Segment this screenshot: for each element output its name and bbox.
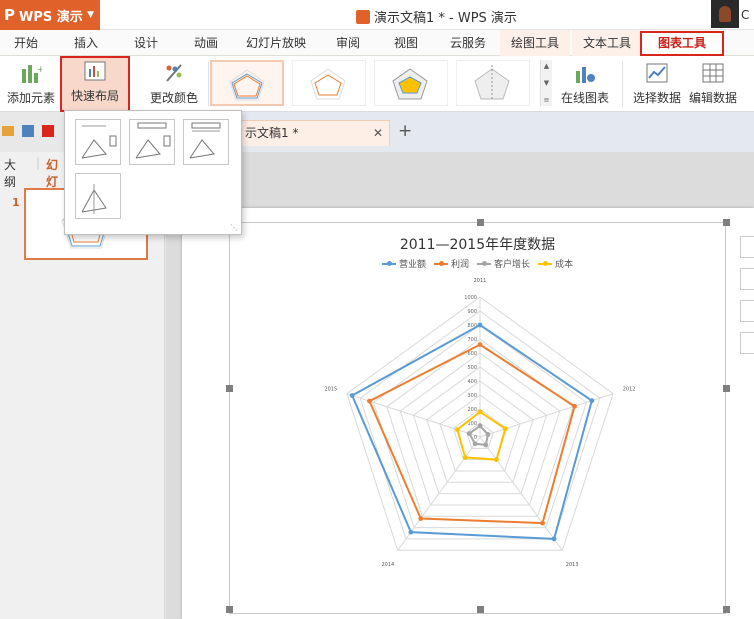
- tab-slideshow[interactable]: 幻灯片放映: [240, 30, 312, 56]
- ribbon-toolbar: + 添加元素 快速布局 更改颜色 ▲ ▼ ≡ 在线图表 选择数据 编辑数据: [0, 56, 754, 112]
- tab-home[interactable]: 开始: [6, 30, 46, 56]
- tab-text-tools[interactable]: 文本工具: [572, 30, 642, 56]
- edit-data-button[interactable]: 编辑数据: [686, 56, 740, 112]
- avatar[interactable]: [711, 0, 739, 28]
- chart-frame[interactable]: [229, 222, 726, 614]
- tab-insert[interactable]: 插入: [66, 30, 106, 56]
- layout-option-1[interactable]: [75, 119, 121, 165]
- divider: [208, 62, 209, 106]
- resize-handle-bottom-right[interactable]: [723, 606, 730, 613]
- resize-handle-bottom-left[interactable]: [226, 606, 233, 613]
- resize-handle-left[interactable]: [226, 385, 233, 392]
- tab-cloud[interactable]: 云服务: [442, 30, 494, 56]
- window-title: 演示文稿1 * - WPS 演示: [356, 7, 517, 26]
- online-chart-icon: [574, 63, 596, 83]
- tab-chart-tools[interactable]: 图表工具: [640, 31, 724, 56]
- slide-number: 1: [12, 196, 20, 209]
- doc-tab[interactable]: 示文稿1 * ✕: [240, 120, 390, 146]
- edit-data-icon: [702, 63, 724, 83]
- add-element-button[interactable]: + 添加元素: [2, 56, 60, 112]
- divider: [622, 62, 623, 106]
- color-palette-icon: [163, 63, 185, 83]
- gallery-scrollbar[interactable]: ▲ ▼ ≡: [540, 60, 552, 106]
- tab-view[interactable]: 视图: [386, 30, 426, 56]
- close-icon[interactable]: ✕: [373, 121, 383, 145]
- legend-item: 利润: [433, 257, 469, 270]
- layout-option-4[interactable]: [75, 173, 121, 219]
- wps-logo-icon: P: [4, 6, 15, 24]
- select-data-icon: [646, 63, 668, 83]
- tab-review[interactable]: 审阅: [328, 30, 368, 56]
- resize-handle-top[interactable]: [477, 219, 484, 226]
- app-name: WPS 演示: [19, 9, 83, 25]
- title-bar: P WPS 演示 ▼ 演示文稿1 * - WPS 演示 C: [0, 0, 754, 30]
- pdf-icon: [42, 125, 54, 137]
- quick-layout-button[interactable]: 快速布局: [60, 56, 130, 112]
- svg-text:+: +: [37, 65, 42, 75]
- resize-handle-bottom[interactable]: [477, 606, 484, 613]
- tab-slides[interactable]: 幻灯: [46, 156, 58, 190]
- change-color-button[interactable]: 更改颜色: [142, 56, 206, 112]
- legend-item: 营业额: [381, 257, 426, 270]
- new-tab-button[interactable]: +: [398, 121, 412, 141]
- chart-elements-icon[interactable]: [740, 236, 754, 258]
- chart-style-3[interactable]: [374, 60, 448, 106]
- document-icon: [356, 9, 370, 24]
- resize-handle-top-right[interactable]: [723, 219, 730, 226]
- gear-icon[interactable]: [740, 332, 754, 354]
- chart-side-tools: [740, 236, 754, 364]
- tab-outline[interactable]: 大纲: [4, 156, 16, 190]
- chart-style-2[interactable]: [292, 60, 366, 106]
- filter-icon[interactable]: [740, 300, 754, 322]
- chart-legend: 营业额 利润 客户增长 成本: [229, 257, 726, 270]
- chart-title: 2011—2015年年度数据: [399, 237, 556, 253]
- tab-animation[interactable]: 动画: [186, 30, 226, 56]
- quick-layout-dropdown: ⋱: [64, 110, 242, 235]
- chevron-down-icon: ▼: [87, 10, 94, 20]
- chart-add-icon: +: [20, 63, 45, 83]
- legend-item: 成本: [538, 257, 573, 270]
- quick-layout-icon: [84, 61, 106, 81]
- resize-handle-right[interactable]: [723, 385, 730, 392]
- save-icon: [22, 125, 34, 137]
- online-chart-button[interactable]: 在线图表: [556, 56, 614, 112]
- chart-style-icon[interactable]: [740, 268, 754, 290]
- tab-drawing-tools[interactable]: 绘图工具: [500, 30, 570, 56]
- open-icon: [2, 126, 14, 136]
- resize-grip-icon[interactable]: ⋱: [230, 223, 238, 232]
- chart-style-4[interactable]: [456, 60, 530, 106]
- chart-style-1[interactable]: [210, 60, 284, 106]
- select-data-button[interactable]: 选择数据: [630, 56, 684, 112]
- user-name: C: [741, 8, 750, 22]
- app-menu-button[interactable]: P WPS 演示 ▼: [0, 0, 100, 30]
- layout-option-2[interactable]: [129, 119, 175, 165]
- legend-item: 客户增长: [477, 257, 530, 270]
- ribbon-tabs: 开始 插入 设计 动画 幻灯片放映 审阅 视图 云服务 绘图工具 文本工具 图表…: [0, 30, 754, 56]
- layout-option-3[interactable]: [183, 119, 229, 165]
- tab-design[interactable]: 设计: [126, 30, 166, 56]
